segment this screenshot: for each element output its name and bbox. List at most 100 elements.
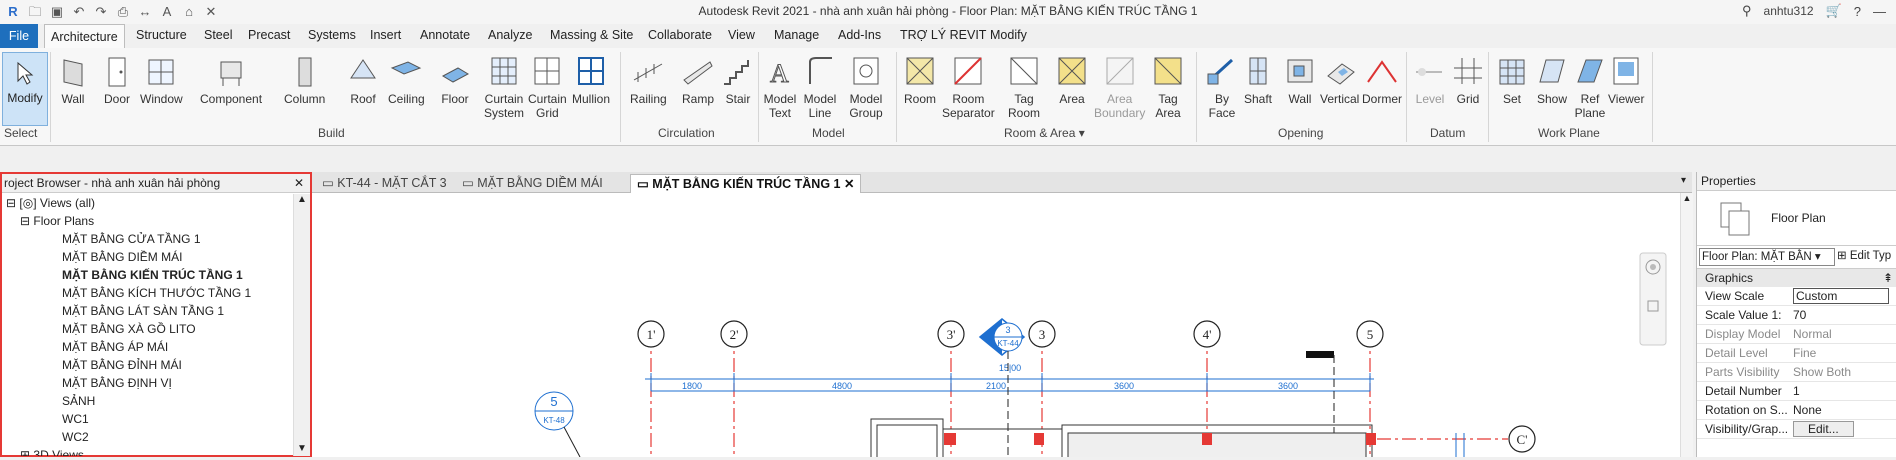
collapse-icon[interactable]: ⇞ xyxy=(1883,269,1893,287)
tree-item[interactable]: WC1 xyxy=(2,410,294,428)
prop-row[interactable]: Detail Number 1 xyxy=(1697,382,1896,401)
tab-view[interactable]: View xyxy=(728,28,755,42)
minimize-icon[interactable]: — xyxy=(1873,4,1886,19)
close-tab-icon[interactable]: ✕ xyxy=(844,177,854,191)
type-selector[interactable]: Floor Plan: MẶT BẰN ▾ xyxy=(1699,248,1835,266)
group-select[interactable]: Select xyxy=(4,126,37,140)
tree-item[interactable]: MẶT BẰNG XÀ GỒ LITO xyxy=(2,320,294,338)
model-text-button[interactable]: A Model Text xyxy=(762,54,798,121)
ramp-button[interactable]: Ramp xyxy=(680,54,716,106)
curtain-grid-button[interactable]: Curtain Grid xyxy=(528,54,567,120)
shaft-button[interactable]: Shaft xyxy=(1240,54,1276,106)
callout-tag[interactable]: 5 KT-48 xyxy=(534,391,581,458)
modify-button[interactable]: Modify xyxy=(2,52,48,126)
tree-node-3d-views[interactable]: ⊞ 3D Views xyxy=(2,446,294,456)
view-tab-section[interactable]: ▭ KT-44 - MẶT CẮT 3 xyxy=(322,174,447,192)
tree-item[interactable]: MẶT BẰNG LÁT SÀN TẦNG 1 xyxy=(2,302,294,320)
door-button[interactable]: Door xyxy=(102,54,132,106)
tab-analyze[interactable]: Analyze xyxy=(488,28,532,42)
stair-button[interactable]: Stair xyxy=(720,54,756,106)
collapse-icon[interactable]: ⊟ xyxy=(20,214,30,228)
cart-icon[interactable]: 🛒 xyxy=(1826,3,1842,19)
prop-row[interactable]: Scale Value 1: 70 xyxy=(1697,306,1896,325)
area-button[interactable]: Area xyxy=(1054,54,1090,106)
drawing-canvas[interactable]: 1' 2' 3' 3 4' 5 C' 1800 4800 2100 3600 3… xyxy=(312,193,1680,460)
floor-button[interactable]: Floor xyxy=(440,54,470,106)
scroll-up-icon[interactable]: ▲ xyxy=(1681,193,1693,203)
tag-area-button[interactable]: Tag Area xyxy=(1150,54,1186,120)
model-group-button[interactable]: Model Group xyxy=(848,54,884,120)
roof-button[interactable]: Roof xyxy=(348,54,378,106)
browser-scrollbar[interactable]: ▲ ▼ xyxy=(293,194,310,456)
tab-collaborate[interactable]: Collaborate xyxy=(648,28,712,42)
tabs-menu-icon[interactable]: ▾ xyxy=(1681,175,1686,186)
tree-item[interactable]: MẶT BẰNG ÁP MÁI xyxy=(2,338,294,356)
tab-file[interactable]: File xyxy=(0,24,38,48)
vertical-opening-button[interactable]: Vertical xyxy=(1320,54,1359,106)
room-separator-button[interactable]: Room Separator xyxy=(942,54,995,120)
tab-add-ins[interactable]: Add-Ins xyxy=(838,28,881,42)
canvas-scrollbar[interactable]: ▲ xyxy=(1680,193,1693,457)
set-button[interactable]: Set xyxy=(1494,54,1530,106)
tree-item[interactable]: SẢNH xyxy=(2,392,294,410)
tab-structure[interactable]: Structure xyxy=(136,28,187,42)
tab-massing-site[interactable]: Massing & Site xyxy=(550,28,633,42)
prop-row[interactable]: Visibility/Grap... Edit... xyxy=(1697,420,1896,439)
prop-row[interactable]: Rotation on S... None xyxy=(1697,401,1896,420)
area-boundary-button[interactable]: Area Boundary xyxy=(1094,54,1145,120)
column-button[interactable]: Column xyxy=(284,54,325,106)
level-button[interactable]: Level xyxy=(1412,54,1448,106)
window-button[interactable]: Window xyxy=(140,54,183,106)
tree-item[interactable]: MẶT BẰNG ĐỊNH VỊ xyxy=(2,374,294,392)
expand-icon[interactable]: ⊞ xyxy=(20,448,30,456)
tab-systems[interactable]: Systems xyxy=(308,28,356,42)
curtain-system-button[interactable]: Curtain System xyxy=(484,54,524,120)
railing-button[interactable]: Railing xyxy=(630,54,667,106)
tab-tro-ly-revit[interactable]: TRỢ LÝ REVIT xyxy=(900,28,986,42)
tab-manage[interactable]: Manage xyxy=(774,28,819,42)
tab-annotate[interactable]: Annotate xyxy=(420,28,470,42)
view-tab-diem-mai[interactable]: ▭ MẶT BẰNG DIỀM MÁI xyxy=(462,174,603,192)
tree-item-active[interactable]: MẶT BẰNG KIẾN TRÚC TẦNG 1 xyxy=(2,266,294,284)
mullion-button[interactable]: Mullion xyxy=(572,54,610,106)
ceiling-button[interactable]: Ceiling xyxy=(388,54,425,106)
help-icon[interactable]: ? xyxy=(1854,4,1861,19)
group-room-area[interactable]: Room & Area ▾ xyxy=(1004,126,1085,140)
tab-modify[interactable]: Modify xyxy=(990,28,1027,42)
prop-row[interactable]: View Scale Custom xyxy=(1697,287,1896,306)
view-tab-kien-truc[interactable]: ▭ MẶT BẰNG KIẾN TRÚC TẦNG 1 ✕ xyxy=(630,174,862,193)
tree-item[interactable]: MẶT BẰNG CỬA TẦNG 1 xyxy=(2,230,294,248)
viewer-button[interactable]: Viewer xyxy=(1608,54,1644,106)
model-line-button[interactable]: Model Line xyxy=(802,54,838,120)
edit-type-button[interactable]: ⊞ Edit Typ xyxy=(1837,248,1891,262)
tree-node-views[interactable]: ⊟ [◎] Views (all) xyxy=(2,194,294,212)
tab-steel[interactable]: Steel xyxy=(204,28,233,42)
scroll-down-icon[interactable]: ▼ xyxy=(294,443,310,454)
binoculars-icon[interactable]: ⚲ xyxy=(1742,3,1752,19)
tag-room-button[interactable]: Tag Room xyxy=(1006,54,1042,120)
dormer-button[interactable]: Dormer xyxy=(1362,54,1402,106)
edit-button[interactable]: Edit... xyxy=(1793,421,1854,437)
tree-item[interactable]: MẶT BẰNG ĐỈNH MÁI xyxy=(2,356,294,374)
tree-item[interactable]: WC2 xyxy=(2,428,294,446)
by-face-button[interactable]: By Face xyxy=(1204,54,1240,120)
collapse-icon[interactable]: ⊟ xyxy=(6,196,16,210)
wall-button[interactable]: Wall xyxy=(58,54,88,106)
ref-plane-button[interactable]: Ref Plane xyxy=(1572,54,1608,120)
room-button[interactable]: Room xyxy=(902,54,938,106)
component-button[interactable]: Component xyxy=(200,54,262,106)
tab-precast[interactable]: Precast xyxy=(248,28,290,42)
navigation-bar[interactable] xyxy=(1639,252,1667,346)
graphics-section[interactable]: Graphics ⇞ xyxy=(1697,269,1896,287)
show-button[interactable]: Show xyxy=(1534,54,1570,106)
wall-opening-button[interactable]: Wall xyxy=(1282,54,1318,106)
tree-node-floor-plans[interactable]: ⊟ Floor Plans xyxy=(2,212,294,230)
user-name[interactable]: anhtu312 xyxy=(1764,4,1814,18)
grid-button[interactable]: Grid xyxy=(1450,54,1486,106)
scroll-up-icon[interactable]: ▲ xyxy=(294,194,310,205)
tab-insert[interactable]: Insert xyxy=(370,28,401,42)
close-icon[interactable]: ✕ xyxy=(294,174,304,192)
tree-item[interactable]: MẶT BẰNG KÍCH THƯỚC TẦNG 1 xyxy=(2,284,294,302)
tab-architecture[interactable]: Architecture xyxy=(44,24,125,49)
tree-item[interactable]: MẶT BẰNG DIỀM MÁI xyxy=(2,248,294,266)
